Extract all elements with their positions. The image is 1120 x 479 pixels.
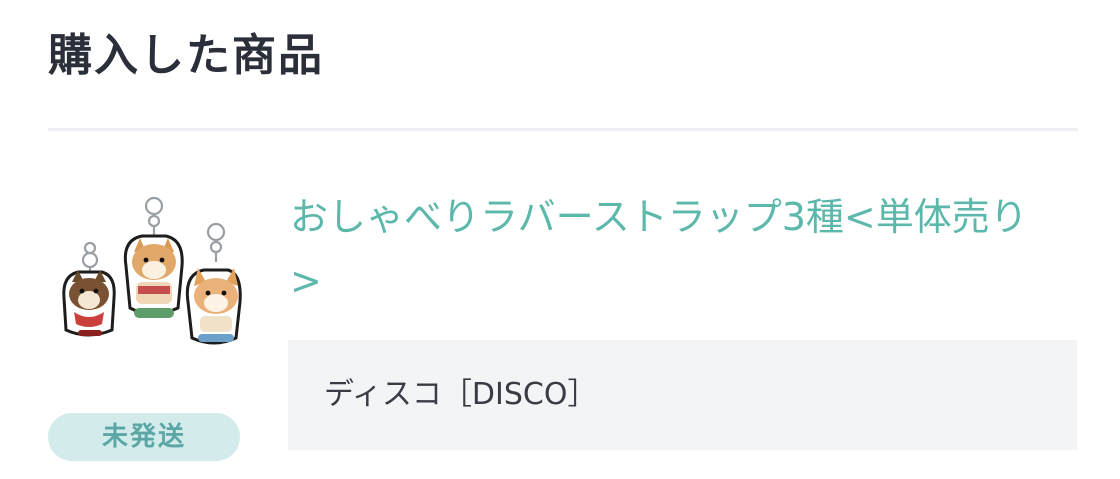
variant-box: ディスコ［DISCO］ [288,340,1077,450]
product-name-link[interactable]: おしゃべりラバーストラップ3種<単体売り> [290,185,1050,313]
section-title: 購入した商品 [48,30,324,81]
divider [48,128,1078,131]
variant-label: ディスコ［DISCO］ [324,377,598,412]
product-thumbnail[interactable] [48,190,244,350]
rubber-strap-keychains-image [62,196,242,345]
status-badge: 未発送 [48,413,240,461]
